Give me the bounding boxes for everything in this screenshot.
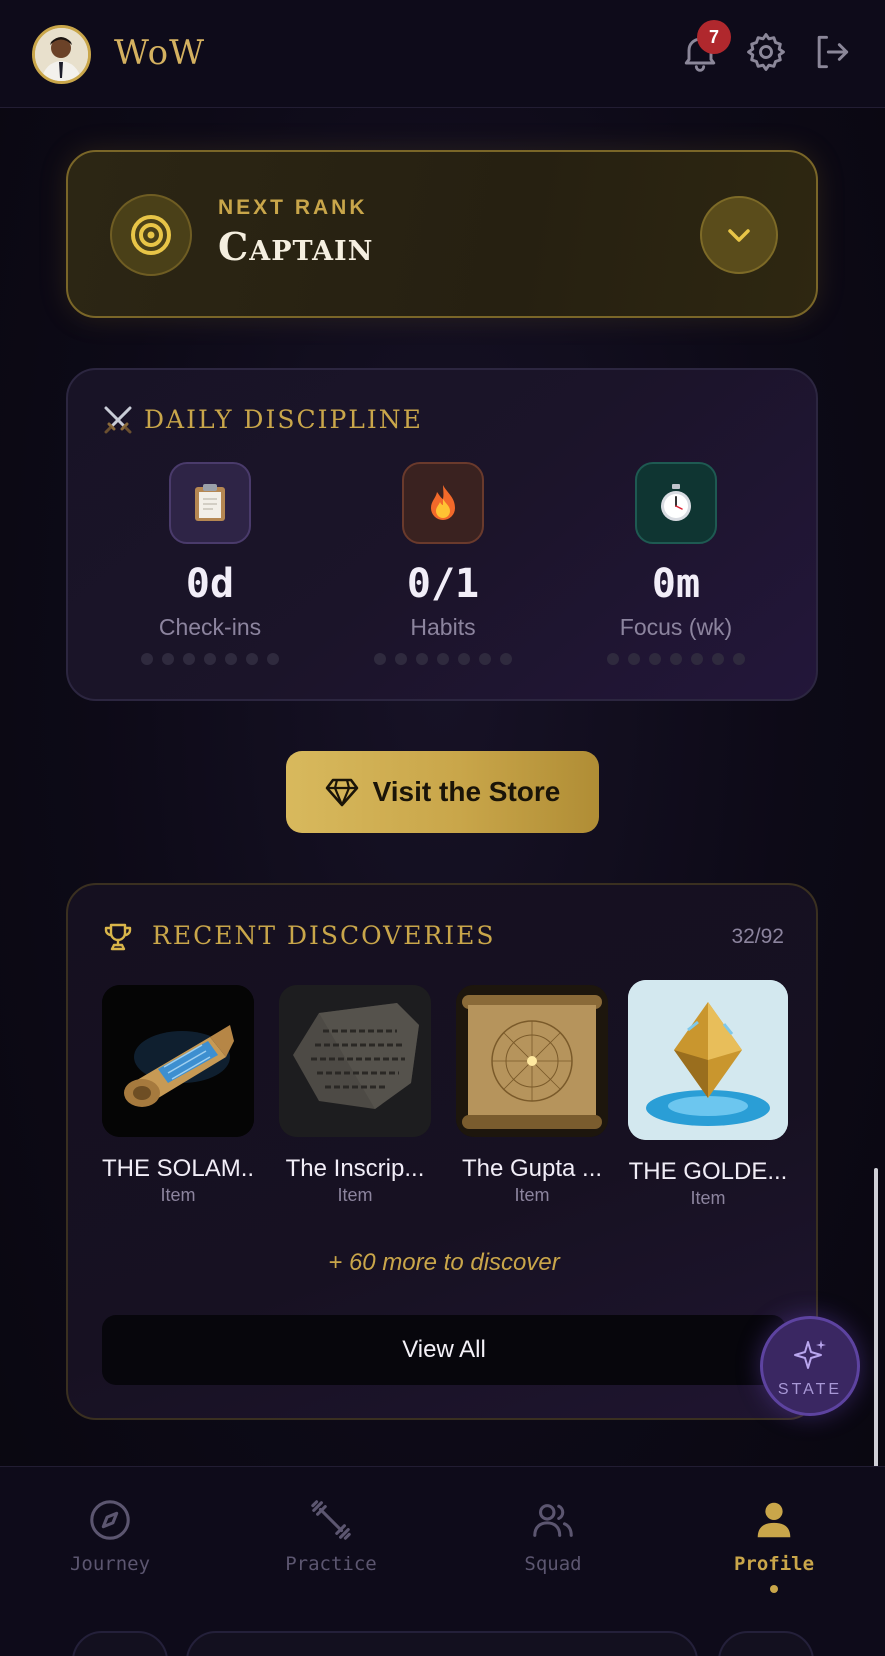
stopwatch-icon (635, 462, 717, 544)
stat-label: Habits (410, 614, 476, 640)
view-all-button[interactable]: View All (102, 1315, 786, 1385)
clipboard-icon (169, 462, 251, 544)
trophy-icon (102, 921, 134, 953)
next-rank-card[interactable]: NEXT RANK Captain (66, 150, 818, 318)
secondary-bar-left (72, 1631, 168, 1656)
stat-value: 0m (651, 561, 701, 607)
compass-icon (87, 1497, 133, 1543)
item-image-diamond (628, 980, 788, 1140)
notification-badge: 7 (697, 20, 731, 54)
app-header: WoW 7 (0, 0, 885, 108)
daily-discipline-title: DAILY DISCIPLINE (144, 405, 423, 434)
discovery-item[interactable]: The Inscrip... Item (279, 985, 431, 1206)
discovery-item[interactable]: THE GOLDE... Item (628, 980, 788, 1209)
visit-store-button[interactable]: Visit the Store (286, 751, 599, 833)
progress-dots (110, 653, 310, 665)
dumbbell-icon (308, 1497, 354, 1543)
users-icon (530, 1497, 576, 1543)
nav-squad[interactable]: Squad (473, 1497, 633, 1575)
stat-checkins: 0d Check-ins (110, 462, 310, 665)
item-type: Item (337, 1185, 373, 1205)
active-indicator (770, 1585, 778, 1593)
nav-practice[interactable]: Practice (251, 1497, 411, 1575)
sparkle-icon (794, 1340, 826, 1369)
state-button[interactable]: STATE (760, 1316, 860, 1416)
state-label: STATE (777, 1381, 843, 1398)
stat-habits: 0/1 Habits (343, 462, 543, 665)
discovery-item[interactable]: THE SOLAM... Item (102, 985, 254, 1206)
nav-profile[interactable]: Profile (694, 1497, 854, 1593)
nav-journey[interactable]: Journey (30, 1497, 190, 1575)
logout-icon[interactable] (810, 30, 854, 74)
stat-value: 0/1 (406, 561, 480, 607)
fire-icon (402, 462, 484, 544)
secondary-bar-center (186, 1631, 698, 1656)
item-image-map (456, 985, 608, 1137)
diamond-icon (325, 778, 358, 807)
user-icon (751, 1497, 797, 1543)
recent-discoveries-title: RECENT DISCOVERIES (152, 921, 496, 950)
item-type: Item (514, 1185, 550, 1205)
gear-icon[interactable] (744, 30, 788, 74)
secondary-bar-right (718, 1631, 814, 1656)
progress-dots (343, 653, 543, 665)
chevron-down-icon (728, 229, 750, 242)
discovery-count: 32/92 (731, 925, 784, 948)
recent-discoveries-card: RECENT DISCOVERIES 32/92 THE SOLAM... It… (66, 883, 818, 1420)
item-name: THE SOLAM... (102, 1155, 254, 1182)
nav-label: Profile (733, 1553, 815, 1575)
crossed-swords-icon (102, 404, 134, 436)
target-icon (110, 194, 192, 276)
stat-label: Check-ins (158, 614, 262, 640)
stat-label: Focus (wk) (619, 614, 733, 640)
brand-title: WoW (114, 33, 206, 73)
item-type: Item (160, 1185, 196, 1205)
expand-rank-button[interactable] (700, 196, 778, 274)
item-name: THE GOLDE... (628, 1158, 788, 1185)
discovery-item[interactable]: The Gupta ... Item (456, 985, 608, 1206)
avatar[interactable] (32, 25, 91, 84)
more-to-discover: + 60 more to discover (328, 1249, 560, 1276)
nav-label: Journey (69, 1553, 151, 1575)
stat-value: 0d (185, 561, 235, 607)
rank-eyebrow: NEXT RANK (218, 196, 368, 219)
item-name: The Inscrip... (285, 1155, 425, 1182)
store-button-label: Visit the Store (372, 776, 561, 807)
nav-label: Practice (285, 1553, 377, 1575)
item-name: The Gupta ... (461, 1155, 603, 1182)
item-type: Item (690, 1188, 726, 1208)
nav-label: Squad (524, 1553, 582, 1575)
item-image-stone (279, 985, 431, 1137)
bottom-navigation: Journey Practice Squad Profile (0, 1466, 885, 1656)
daily-discipline-card: DAILY DISCIPLINE 0d Check-ins 0/1 Habits (66, 368, 818, 701)
progress-dots (576, 653, 776, 665)
rank-name: Captain (218, 224, 374, 269)
stat-focus: 0m Focus (wk) (576, 462, 776, 665)
item-image-scroll (102, 985, 254, 1137)
